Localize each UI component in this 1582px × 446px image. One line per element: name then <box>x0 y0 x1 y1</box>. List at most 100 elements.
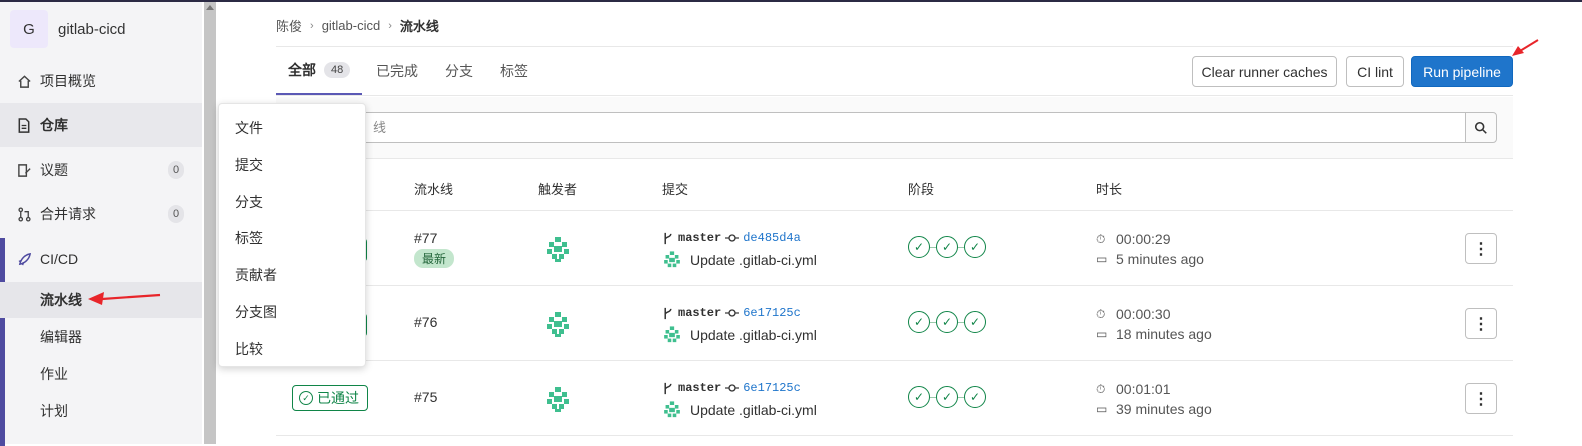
status-label: 已通过 <box>317 390 359 406</box>
flyout-item-graph[interactable]: 分支图 <box>235 302 277 322</box>
chevron-right-icon: › <box>388 19 392 32</box>
pipeline-id[interactable]: #76 <box>414 314 437 330</box>
stage-passed-icon[interactable]: ✓ <box>936 236 958 258</box>
stage-passed-icon[interactable]: ✓ <box>908 236 930 258</box>
search-button[interactable] <box>1465 112 1497 143</box>
commit-sha[interactable]: 6e17125c <box>743 306 801 320</box>
branch-ref[interactable]: master <box>678 231 721 245</box>
branch-icon <box>664 232 672 244</box>
commit-message[interactable]: Update .gitlab-ci.yml <box>690 327 817 343</box>
status-badge[interactable]: ✓ 已通过 <box>292 385 368 411</box>
duration-info: ⏱ 00:00:29 ▭ 5 minutes ago <box>1096 229 1204 269</box>
flyout-item-tags[interactable]: 标签 <box>235 228 263 248</box>
more-actions-button[interactable]: ⋮ <box>1465 383 1497 414</box>
tab-all[interactable]: 全部 48 <box>276 47 363 95</box>
stage-passed-icon[interactable]: ✓ <box>908 386 930 408</box>
tab-count-badge: 48 <box>324 62 351 78</box>
merge-requests-count-badge: 0 <box>168 205 184 223</box>
sidebar-scrollbar[interactable] <box>204 2 216 444</box>
pipeline-stages: ✓ ✓ ✓ <box>908 311 986 333</box>
commit-author-avatar-icon <box>664 401 680 418</box>
commit-sha[interactable]: 6e17125c <box>743 381 801 395</box>
sidebar-item-overview[interactable]: 项目概览 <box>0 59 202 103</box>
scroll-up-arrow-icon[interactable] <box>206 5 214 10</box>
table-row: #76 master 6e17125c Update .gitlab-ci.ym… <box>276 286 1513 361</box>
search-input[interactable]: 线 <box>286 112 1478 143</box>
sidebar-subitem-schedules[interactable]: 计划 <box>0 393 202 429</box>
table-row: ✓ 已通过 #75 master 6e17125c Update .gitlab… <box>276 361 1513 436</box>
home-icon <box>16 73 32 89</box>
pipeline-id[interactable]: #75 <box>414 389 437 405</box>
tab-label: 标签 <box>500 63 528 79</box>
breadcrumb: 陈俊 › gitlab-cicd › 流水线 <box>276 16 439 35</box>
main-content: 陈俊 › gitlab-cicd › 流水线 全部 48 已完成 分支 标签 C… <box>216 2 1582 444</box>
sidebar-item-repository[interactable]: 仓库 <box>0 103 202 147</box>
pipeline-stages: ✓ ✓ ✓ <box>908 236 986 258</box>
merge-request-icon <box>16 206 32 222</box>
duration-info: ⏱ 00:01:01 ▭ 39 minutes ago <box>1096 379 1212 419</box>
stage-passed-icon[interactable]: ✓ <box>964 236 986 258</box>
project-avatar: G <box>10 10 48 48</box>
column-header-commit: 提交 <box>662 182 689 197</box>
repository-flyout-menu: 文件 提交 分支 标签 贡献者 分支图 比较 <box>218 103 366 367</box>
duration-value: 00:00:30 <box>1116 306 1171 322</box>
breadcrumb-project[interactable]: gitlab-cicd <box>322 18 381 33</box>
user-avatar-icon[interactable] <box>544 385 572 413</box>
stage-passed-icon[interactable]: ✓ <box>908 311 930 333</box>
stage-passed-icon[interactable]: ✓ <box>936 386 958 408</box>
breadcrumb-user[interactable]: 陈俊 <box>276 16 302 35</box>
breadcrumb-current[interactable]: 流水线 <box>400 16 439 35</box>
more-actions-button[interactable]: ⋮ <box>1465 233 1497 264</box>
flyout-item-files[interactable]: 文件 <box>235 118 263 138</box>
pipeline-id[interactable]: #77 <box>414 230 437 246</box>
kebab-icon: ⋮ <box>1473 315 1489 333</box>
calendar-icon: ▭ <box>1096 327 1108 341</box>
stage-passed-icon[interactable]: ✓ <box>964 311 986 333</box>
tab-tags[interactable]: 标签 <box>500 47 528 95</box>
sidebar-subitem-editor[interactable]: 编辑器 <box>0 319 202 355</box>
sidebar-subitem-jobs[interactable]: 作业 <box>0 356 202 392</box>
timer-icon: ⏱ <box>1096 231 1106 246</box>
sidebar-item-label: 项目概览 <box>40 73 96 89</box>
sidebar-subitem-label: 编辑器 <box>40 329 82 345</box>
sidebar-item-issues[interactable]: 议题 0 <box>0 148 202 192</box>
sidebar: G gitlab-cicd 项目概览 仓库 议题 0 合并请求 0 CI/CD <box>0 2 202 446</box>
branch-icon <box>664 382 672 394</box>
branch-ref[interactable]: master <box>678 381 721 395</box>
commit-info: master 6e17125c Update .gitlab-ci.yml <box>662 379 817 420</box>
finished-time: 18 minutes ago <box>1116 326 1212 342</box>
user-avatar-icon[interactable] <box>544 235 572 263</box>
sidebar-item-cicd[interactable]: CI/CD <box>0 237 202 281</box>
commit-message[interactable]: Update .gitlab-ci.yml <box>690 252 817 268</box>
branch-ref[interactable]: master <box>678 306 721 320</box>
flyout-item-branches[interactable]: 分支 <box>235 192 263 212</box>
stage-passed-icon[interactable]: ✓ <box>964 386 986 408</box>
flyout-item-contributors[interactable]: 贡献者 <box>235 265 277 285</box>
ci-lint-button[interactable]: CI lint <box>1346 56 1404 87</box>
run-pipeline-button[interactable]: Run pipeline <box>1411 56 1513 87</box>
timer-icon: ⏱ <box>1096 381 1106 396</box>
flyout-item-compare[interactable]: 比较 <box>235 339 263 359</box>
chevron-right-icon: › <box>310 19 314 32</box>
commit-sha[interactable]: de485d4a <box>743 231 801 245</box>
stage-passed-icon[interactable]: ✓ <box>936 311 958 333</box>
sidebar-subitem-label: 计划 <box>40 403 68 419</box>
commit-author-avatar-icon <box>664 326 680 343</box>
branch-icon <box>664 307 672 319</box>
sidebar-item-merge-requests[interactable]: 合并请求 0 <box>0 192 202 236</box>
tab-label: 分支 <box>445 63 473 79</box>
user-avatar-icon[interactable] <box>544 310 572 338</box>
column-header-duration: 时长 <box>1096 182 1123 197</box>
commit-message[interactable]: Update .gitlab-ci.yml <box>690 402 817 418</box>
tab-finished[interactable]: 已完成 <box>376 47 418 95</box>
more-actions-button[interactable]: ⋮ <box>1465 308 1497 339</box>
project-header[interactable]: G gitlab-cicd <box>10 10 126 48</box>
sidebar-subitem-pipelines[interactable]: 流水线 <box>0 282 202 318</box>
commit-icon <box>725 309 740 317</box>
document-icon <box>16 117 32 133</box>
flyout-item-commits[interactable]: 提交 <box>235 155 263 175</box>
check-circle-icon: ✓ <box>299 391 313 405</box>
finished-time: 5 minutes ago <box>1116 251 1204 267</box>
tab-branches[interactable]: 分支 <box>445 47 473 95</box>
clear-runner-caches-button[interactable]: Clear runner caches <box>1192 56 1337 87</box>
